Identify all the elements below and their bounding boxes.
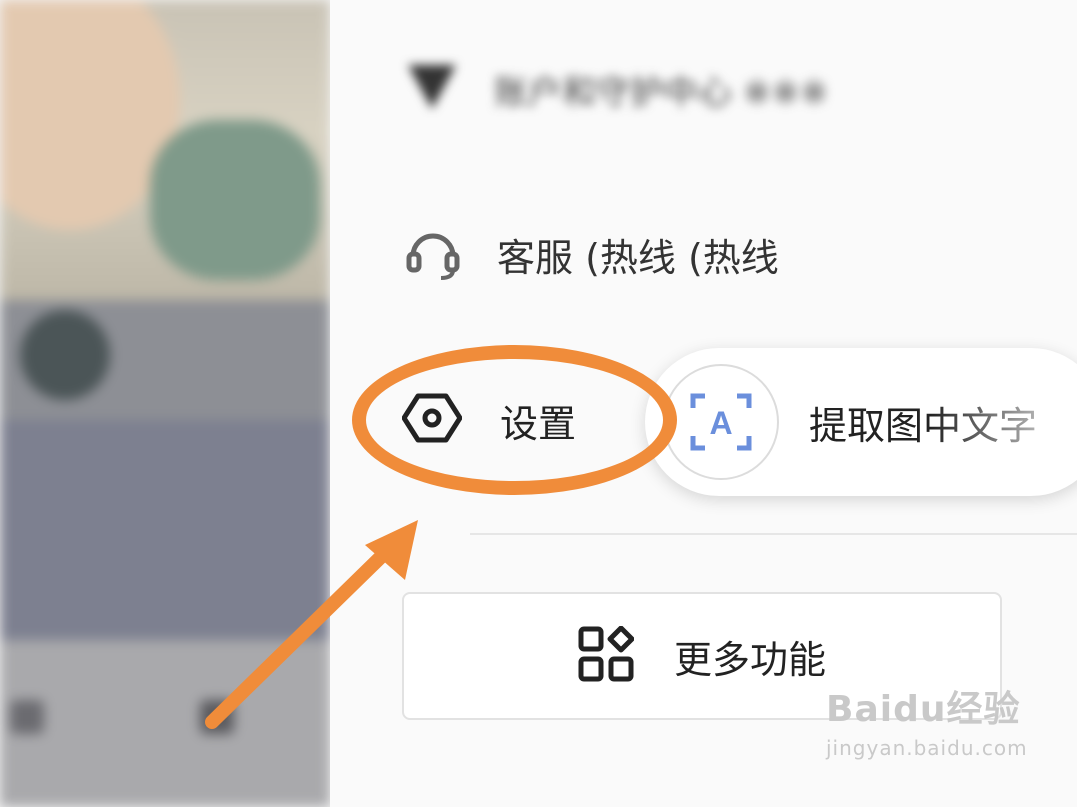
menu-item-protection[interactable]: 账户和守护中心 ※※※ <box>400 55 828 123</box>
ocr-icon-circle: A <box>663 364 779 480</box>
apps-grid-icon <box>578 625 635 686</box>
menu-item-customer-service[interactable]: 客服 (热线 (热线 <box>403 222 779 286</box>
watermark-main: Baidu经验 <box>826 689 1021 730</box>
headset-icon <box>403 222 463 286</box>
bottom-icon-right <box>200 700 234 734</box>
menu-item-label: 客服 (热线 (热线 <box>497 235 779 280</box>
menu-item-label: 账户和守护中心 ※※※ <box>494 72 829 113</box>
shield-icon <box>400 55 464 123</box>
highlight-ring-annotation <box>352 345 677 495</box>
tree-blur <box>150 120 320 280</box>
dark-area <box>0 420 330 640</box>
avatar-blur <box>20 310 110 400</box>
more-features-label: 更多功能 <box>673 637 826 682</box>
menu-divider <box>470 533 1077 535</box>
bottom-bar <box>0 640 330 807</box>
background-photo <box>0 0 330 807</box>
text-recognition-icon: A <box>690 393 752 451</box>
bottom-icon-left <box>10 700 44 734</box>
ocr-label-fade <box>930 390 1077 460</box>
svg-text:A: A <box>709 405 732 441</box>
watermark-sub: jingyan.baidu.com <box>826 736 1028 760</box>
baidu-watermark: Baidu经验 jingyan.baidu.com <box>826 680 1028 760</box>
